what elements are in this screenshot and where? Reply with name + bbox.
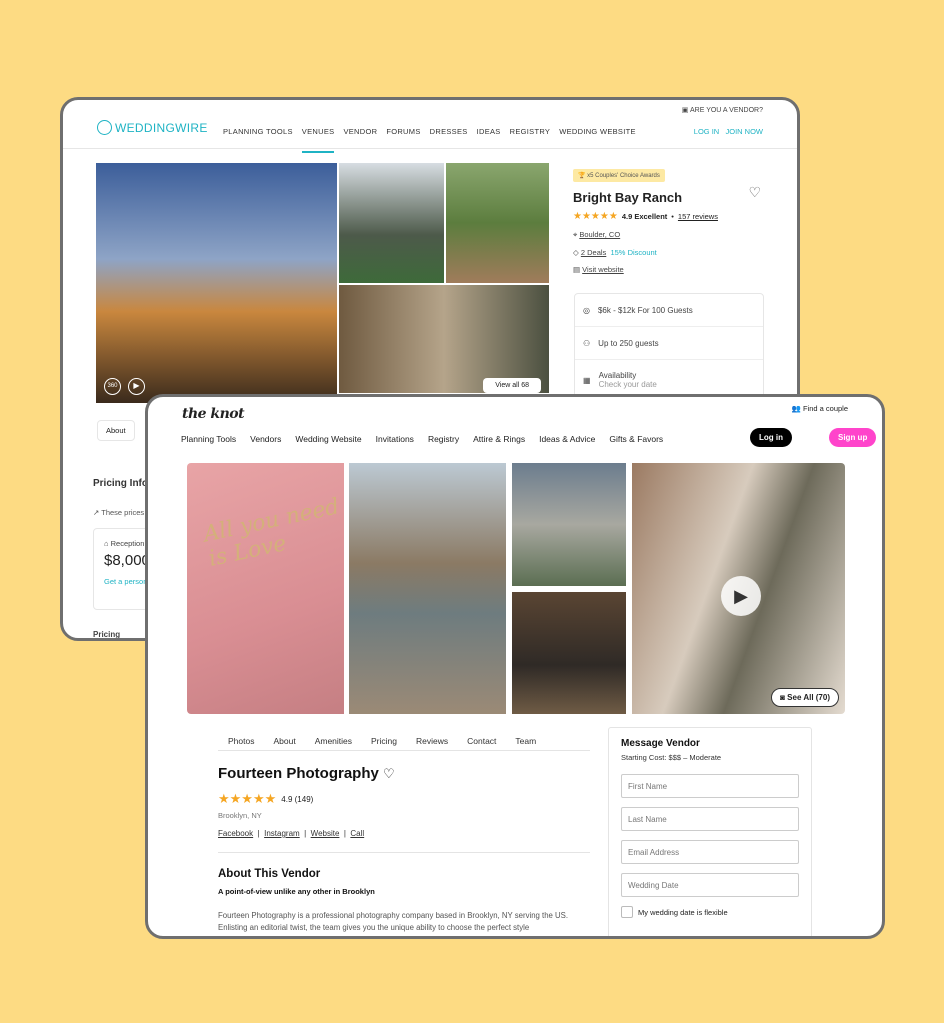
discount-label: 15% Discount xyxy=(610,248,657,257)
people-icon: 👥 xyxy=(791,404,803,413)
nav-attire-rings[interactable]: Attire & Rings xyxy=(473,434,525,444)
heart-icon[interactable]: ♡ xyxy=(383,766,395,781)
tabs-divider xyxy=(218,750,590,751)
tag-icon: ◇ xyxy=(573,248,581,257)
tab-amenities[interactable]: Amenities xyxy=(315,736,352,746)
stars-icon: ★★★★★ xyxy=(573,211,618,222)
nav-forums[interactable]: FORUMS xyxy=(386,127,420,153)
login-button[interactable]: Log in xyxy=(750,428,792,447)
signup-button[interactable]: Sign up xyxy=(829,428,877,447)
instagram-link[interactable]: Instagram xyxy=(264,829,300,838)
nav-gifts-favors[interactable]: Gifts & Favors xyxy=(609,434,663,444)
coins-icon: ◎ xyxy=(583,305,590,315)
vendor-photo-pink-wall[interactable]: All you need is Love xyxy=(187,463,344,714)
tab-about[interactable]: About xyxy=(273,736,295,746)
nav-wedding-website[interactable]: Wedding Website xyxy=(295,434,361,444)
calendar-icon: ▦ xyxy=(583,375,591,385)
play-icon[interactable]: ▶ xyxy=(128,378,145,395)
checkbox-icon[interactable] xyxy=(621,906,633,918)
venue-photo-barn[interactable] xyxy=(339,163,444,283)
website-link[interactable]: Visit website xyxy=(582,265,624,274)
flexible-date-checkbox[interactable]: My wedding date is flexible xyxy=(621,906,799,918)
email-input[interactable]: Email Address xyxy=(621,840,799,864)
website-link[interactable]: Website xyxy=(311,829,340,838)
nav-registry[interactable]: Registry xyxy=(428,434,459,444)
neon-sign-decoration: All you need is Love xyxy=(201,494,342,572)
find-couple-link[interactable]: 👥 Find a couple xyxy=(792,404,848,413)
nav-venues[interactable]: VENUES xyxy=(301,127,335,153)
vendor-name: Fourteen Photography xyxy=(218,765,379,782)
see-all-button[interactable]: ◙ See All (70) xyxy=(771,688,839,707)
venue-name: Bright Bay Ranch xyxy=(573,190,683,205)
main-nav: Planning Tools Vendors Wedding Website I… xyxy=(181,434,677,444)
tab-pricing[interactable]: Pricing xyxy=(371,736,397,746)
about-text: Fourteen Photography is a professional p… xyxy=(218,911,569,932)
website-icon: ▤ xyxy=(573,265,583,274)
nav-planning-tools[interactable]: PLANNING TOOLS xyxy=(223,127,293,153)
rating-row: ★★★★★ 4.9 Excellent • 157 reviews xyxy=(573,211,718,222)
venue-photo-table[interactable] xyxy=(446,163,549,283)
main-nav: PLANNING TOOLS VENUES VENDOR FORUMS DRES… xyxy=(223,127,645,153)
about-subheading: A point-of-view unlike any other in Broo… xyxy=(218,887,375,896)
vendor-video-ceremony[interactable]: ▶ ◙ See All (70) xyxy=(632,463,845,714)
nav-wedding-website[interactable]: WEDDING WEBSITE xyxy=(559,127,636,153)
login-link[interactable]: LOG IN xyxy=(694,127,719,136)
nav-dresses[interactable]: DRESSES xyxy=(430,127,468,153)
tab-about[interactable]: About xyxy=(97,420,135,441)
nav-ideas[interactable]: IDEAS xyxy=(477,127,501,153)
social-links: Facebook | Instagram | Website | Call xyxy=(218,829,365,838)
location: Brooklyn, NY xyxy=(218,811,262,820)
vendor-photo-table[interactable] xyxy=(512,592,626,714)
awards-badge: 🏆 x5 Couples' Choice Awards xyxy=(573,169,665,182)
tab-photos[interactable]: Photos xyxy=(228,736,254,746)
pricing-heading: Pricing Info xyxy=(93,478,148,489)
last-name-input[interactable]: Last Name xyxy=(621,807,799,831)
guests-icon: ⚇ xyxy=(583,338,591,348)
reviews-link[interactable]: 157 reviews xyxy=(678,212,718,221)
about-heading: About This Vendor xyxy=(218,868,321,880)
header-divider xyxy=(63,148,797,149)
view-all-button[interactable]: View all 68 xyxy=(483,378,541,393)
tab-contact[interactable]: Contact xyxy=(467,736,496,746)
house-icon: ⌂ xyxy=(104,539,111,548)
nav-vendors[interactable]: Vendors xyxy=(250,434,281,444)
wedding-date-input[interactable]: Wedding Date xyxy=(621,873,799,897)
vendor-photo-coast-couple[interactable] xyxy=(349,463,506,714)
venue-main-photo[interactable]: 360 ▶ xyxy=(96,163,337,403)
rating-text: 4.9 (149) xyxy=(281,794,314,804)
nav-registry[interactable]: REGISTRY xyxy=(510,127,551,153)
section-divider xyxy=(218,852,590,853)
vendor-tabs: Photos About Amenities Pricing Reviews C… xyxy=(228,736,555,746)
nav-invitations[interactable]: Invitations xyxy=(376,434,414,444)
message-vendor-card: Message Vendor Starting Cost: $$$ – Mode… xyxy=(608,727,812,936)
call-link[interactable]: Call xyxy=(350,829,364,838)
join-link[interactable]: JOIN NOW xyxy=(726,127,764,136)
venue-info-card: ◎ $6k - $12k For 100 Guests ⚇ Up to 250 gu… xyxy=(574,293,764,401)
nav-vendor[interactable]: VENDOR xyxy=(343,127,377,153)
location-link[interactable]: Boulder, CO xyxy=(579,230,620,239)
tab-reviews[interactable]: Reviews xyxy=(416,736,448,746)
deals-link[interactable]: 2 Deals xyxy=(581,248,606,257)
nav-ideas-advice[interactable]: Ideas & Advice xyxy=(539,434,595,444)
vendor-photo-door[interactable] xyxy=(512,463,626,586)
auth-links: LOG IN JOIN NOW xyxy=(694,127,763,136)
store-icon: ▣ xyxy=(681,107,690,114)
tab-team[interactable]: Team xyxy=(515,736,536,746)
play-icon[interactable]: ▶ xyxy=(721,576,761,616)
theknot-window: the knot 👥 Find a couple Planning Tools … xyxy=(145,394,885,939)
vendor-link[interactable]: ▣ ARE YOU A VENDOR? xyxy=(682,106,763,114)
trend-icon: ↗ xyxy=(93,508,102,517)
trophy-icon: 🏆 xyxy=(578,173,588,179)
weddingwire-logo[interactable]: WEDDINGWIRE xyxy=(97,120,208,135)
facebook-link[interactable]: Facebook xyxy=(218,829,253,838)
360-icon[interactable]: 360 xyxy=(104,378,121,395)
venue-photo-couple[interactable]: View all 68 xyxy=(339,285,549,393)
first-name-input[interactable]: First Name xyxy=(621,774,799,798)
nav-planning-tools[interactable]: Planning Tools xyxy=(181,434,236,444)
stars-icon: ★★★★★ xyxy=(218,791,277,806)
logo-icon xyxy=(97,120,112,135)
theknot-logo[interactable]: the knot xyxy=(182,406,245,422)
heart-icon[interactable]: ♡ xyxy=(748,184,761,201)
